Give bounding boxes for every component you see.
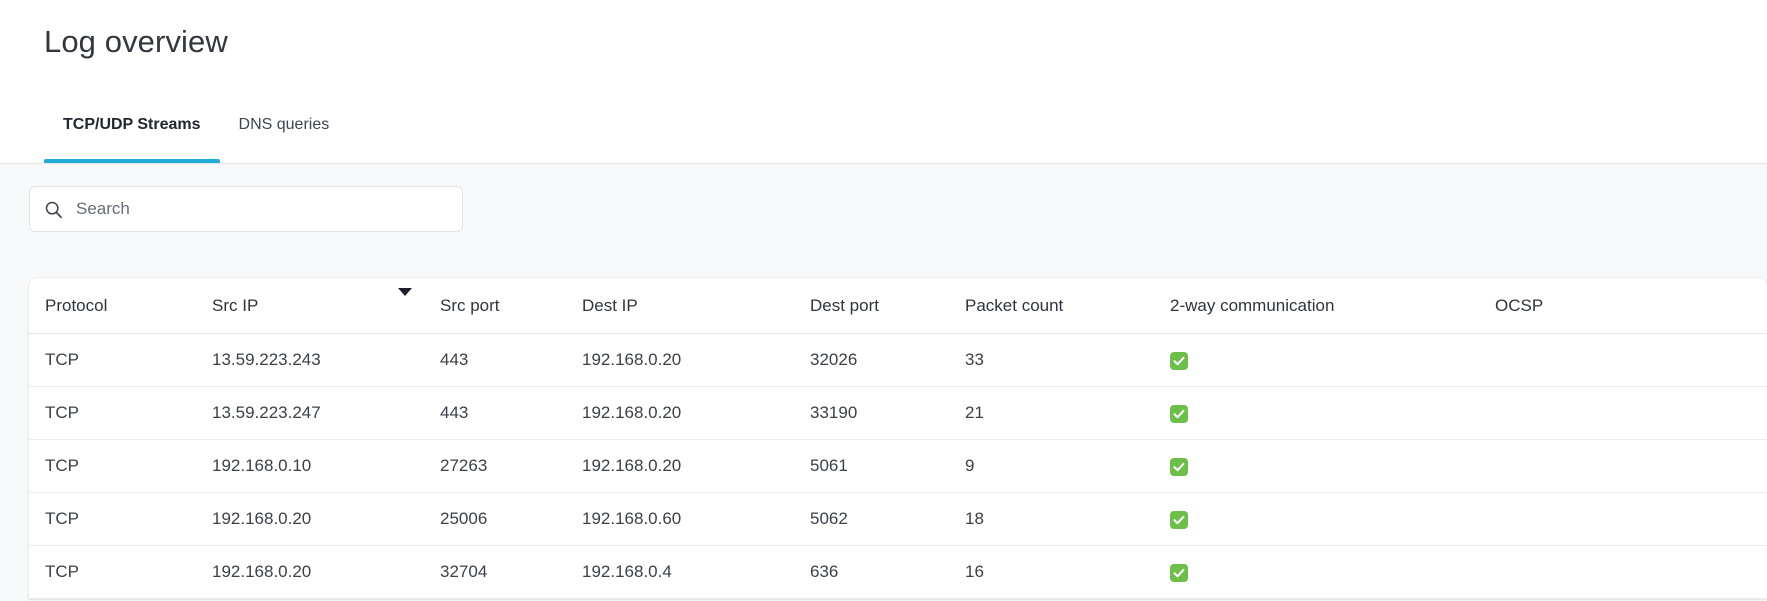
checkbox-checked-icon (1170, 563, 1188, 582)
tab-dns-queries-label: DNS queries (238, 116, 330, 133)
cell-dest-port: 33190 (810, 386, 965, 440)
column-header-src-port[interactable]: Src port (440, 278, 582, 334)
column-header-dest-ip[interactable]: Dest IP (582, 278, 810, 334)
caret-down-icon[interactable] (398, 288, 412, 296)
cell-src-port: 443 (440, 386, 582, 440)
column-header-two-way-communication-label: 2-way communication (1170, 296, 1335, 315)
log-table-header-row: Protocol Src IP Src port Dest IP Dest po… (29, 278, 1767, 334)
cell-ocsp (1495, 545, 1767, 599)
cell-dest-ip: 192.168.0.4 (582, 545, 810, 599)
log-table-head: Protocol Src IP Src port Dest IP Dest po… (29, 278, 1767, 334)
cell-two-way-communication (1170, 439, 1495, 493)
cell-ocsp (1495, 386, 1767, 440)
cell-src-ip: 13.59.223.247 (212, 386, 440, 440)
table-row[interactable]: TCP 192.168.0.20 25006 192.168.0.60 5062 18 (29, 492, 1767, 546)
search-box[interactable] (29, 186, 463, 232)
cell-src-ip: 192.168.0.10 (212, 439, 440, 493)
cell-dest-ip: 192.168.0.20 (582, 386, 810, 440)
cell-packet-count: 16 (965, 545, 1170, 599)
cell-protocol: TCP (29, 439, 212, 493)
cell-dest-ip: 192.168.0.20 (582, 333, 810, 387)
table-row[interactable]: TCP 13.59.223.243 443 192.168.0.20 32026 33 (29, 333, 1767, 387)
log-table-card: Protocol Src IP Src port Dest IP Dest po… (29, 278, 1767, 599)
column-header-dest-port-label: Dest port (810, 296, 879, 315)
log-table-body: TCP 13.59.223.243 443 192.168.0.20 32026 33 TC… (29, 333, 1767, 599)
search-input[interactable] (76, 199, 446, 219)
cell-ocsp (1495, 333, 1767, 387)
cell-protocol: TCP (29, 333, 212, 387)
column-header-ocsp[interactable]: OCSP (1495, 278, 1767, 334)
cell-src-ip: 192.168.0.20 (212, 492, 440, 546)
column-header-protocol[interactable]: Protocol (29, 278, 212, 334)
cell-dest-ip: 192.168.0.60 (582, 492, 810, 546)
cell-two-way-communication (1170, 545, 1495, 599)
cell-dest-ip: 192.168.0.20 (582, 439, 810, 493)
cell-ocsp (1495, 439, 1767, 493)
cell-protocol: TCP (29, 492, 212, 546)
cell-two-way-communication (1170, 333, 1495, 387)
column-header-ocsp-label: OCSP (1495, 296, 1544, 315)
cell-src-port: 32704 (440, 545, 582, 599)
cell-dest-port: 5062 (810, 492, 965, 546)
cell-packet-count: 9 (965, 439, 1170, 493)
column-header-src-ip[interactable]: Src IP (212, 278, 440, 334)
cell-src-ip: 13.59.223.243 (212, 333, 440, 387)
cell-protocol: TCP (29, 545, 212, 599)
cell-packet-count: 21 (965, 386, 1170, 440)
checkbox-checked-icon (1170, 351, 1188, 370)
tab-tcp-udp-streams-label: TCP/UDP Streams (63, 116, 201, 133)
content-area: Protocol Src IP Src port Dest IP (0, 164, 1767, 601)
column-header-protocol-label: Protocol (45, 296, 108, 315)
cell-src-ip: 192.168.0.20 (212, 545, 440, 599)
log-overview-page: Log overview TCP/UDP Streams DNS queries (0, 0, 1767, 601)
cell-packet-count: 18 (965, 492, 1170, 546)
cell-dest-port: 636 (810, 545, 965, 599)
cell-src-port: 443 (440, 333, 582, 387)
column-header-dest-ip-label: Dest IP (582, 296, 638, 315)
checkbox-checked-icon (1170, 510, 1188, 529)
tab-bar: TCP/UDP Streams DNS queries (0, 100, 1767, 164)
tab-active-indicator (44, 159, 220, 163)
tab-list: TCP/UDP Streams DNS queries (44, 100, 348, 163)
table-row[interactable]: TCP 192.168.0.20 32704 192.168.0.4 636 16 (29, 545, 1767, 599)
tab-tcp-udp-streams[interactable]: TCP/UDP Streams (44, 100, 220, 163)
column-header-src-port-label: Src port (440, 296, 500, 315)
cell-dest-port: 5061 (810, 439, 965, 493)
cell-ocsp (1495, 492, 1767, 546)
checkbox-checked-icon (1170, 457, 1188, 476)
column-header-src-ip-label: Src IP (212, 296, 259, 315)
column-header-packet-count-label: Packet count (965, 296, 1064, 315)
column-header-two-way-communication[interactable]: 2-way communication (1170, 278, 1495, 334)
cell-two-way-communication (1170, 386, 1495, 440)
checkbox-checked-icon (1170, 404, 1188, 423)
cell-src-port: 27263 (440, 439, 582, 493)
column-header-packet-count[interactable]: Packet count (965, 278, 1170, 334)
table-row[interactable]: TCP 13.59.223.247 443 192.168.0.20 33190 21 (29, 386, 1767, 440)
search-icon (45, 201, 62, 218)
cell-packet-count: 33 (965, 333, 1170, 387)
tab-dns-queries[interactable]: DNS queries (220, 100, 349, 163)
cell-dest-port: 32026 (810, 333, 965, 387)
cell-src-port: 25006 (440, 492, 582, 546)
cell-two-way-communication (1170, 492, 1495, 546)
table-row[interactable]: TCP 192.168.0.10 27263 192.168.0.20 5061 9 (29, 439, 1767, 493)
column-header-dest-port[interactable]: Dest port (810, 278, 965, 334)
page-title: Log overview (44, 24, 228, 59)
log-table: Protocol Src IP Src port Dest IP Dest po… (29, 278, 1767, 599)
cell-protocol: TCP (29, 386, 212, 440)
